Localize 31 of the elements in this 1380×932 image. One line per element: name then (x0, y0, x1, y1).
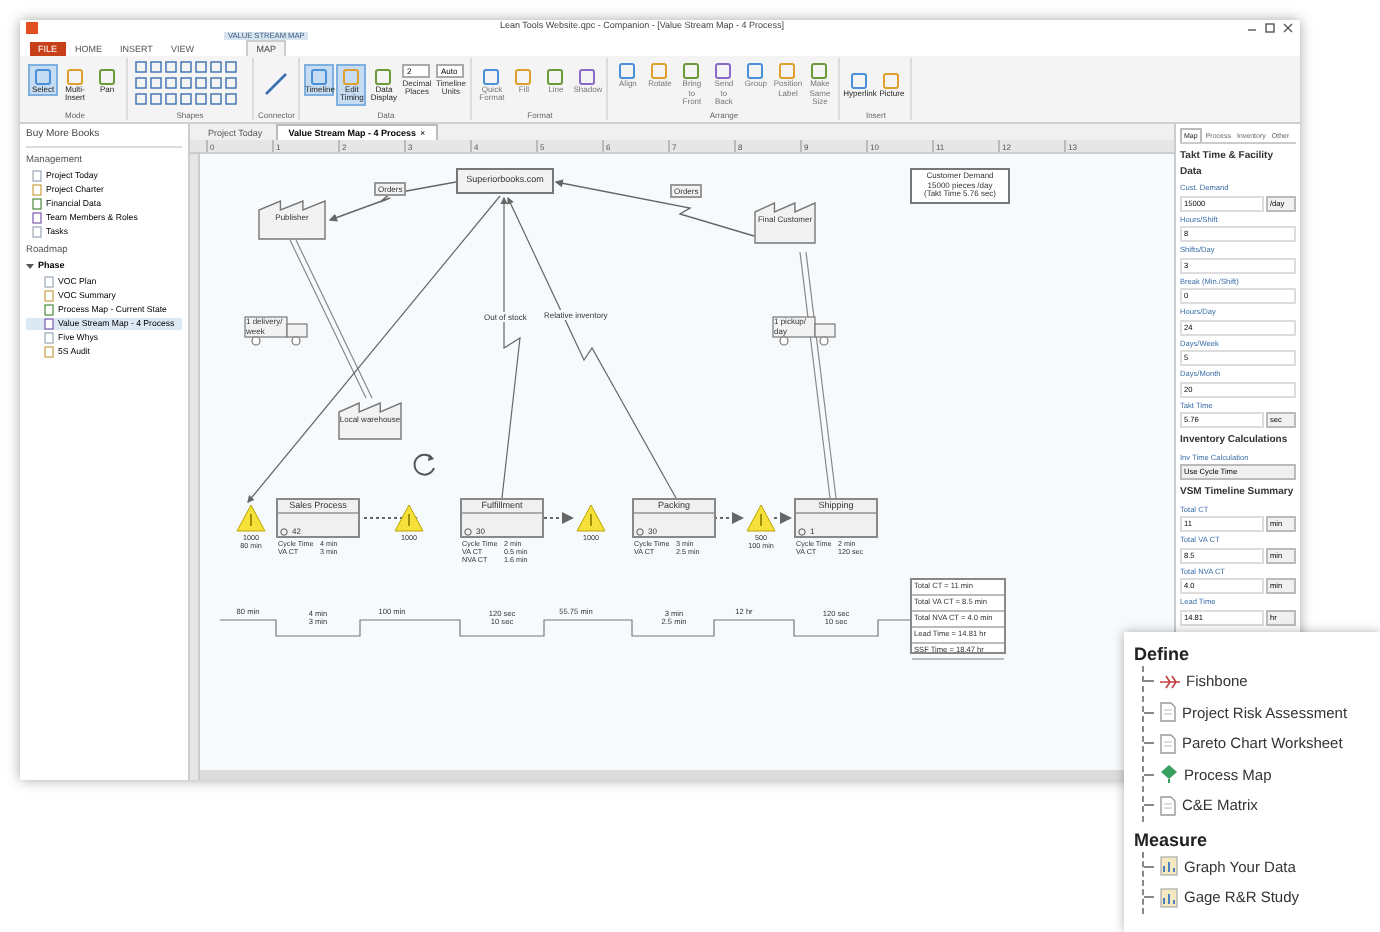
rotate-arrow-icon (410, 450, 438, 478)
popup-group-title: Define (1134, 642, 1192, 666)
document-icon (1160, 733, 1176, 754)
expand-caret-icon (26, 262, 34, 271)
document-icon (1160, 702, 1176, 723)
truck-icon (244, 316, 310, 346)
chart-document-icon (1160, 887, 1178, 908)
operator-icon (280, 527, 288, 535)
fishbone-icon (1160, 673, 1180, 690)
inventory-triangle-icon (576, 504, 606, 532)
operator-icon (798, 527, 806, 535)
operator-icon (464, 527, 472, 535)
factory-icon (338, 402, 402, 440)
push-arrow (363, 512, 418, 524)
popup-group-title: Measure (1134, 827, 1210, 851)
connector-line-icon[interactable] (262, 70, 291, 98)
chart-document-icon (1160, 856, 1178, 877)
app-logo-icon (26, 21, 38, 33)
operator-icon (636, 527, 644, 535)
push-arrow (773, 512, 792, 524)
factory-icon (754, 202, 816, 244)
inventory-triangle-icon (746, 504, 776, 532)
inventory-triangle-icon (236, 504, 266, 532)
push-arrow (713, 512, 744, 524)
truck-icon (772, 316, 838, 346)
inventory-triangle-icon (394, 504, 424, 532)
document-icon (1160, 795, 1176, 816)
push-arrow (543, 512, 574, 524)
diamond-icon (1160, 764, 1178, 785)
window-controls-icon[interactable] (1246, 21, 1294, 33)
factory-icon (258, 200, 326, 240)
